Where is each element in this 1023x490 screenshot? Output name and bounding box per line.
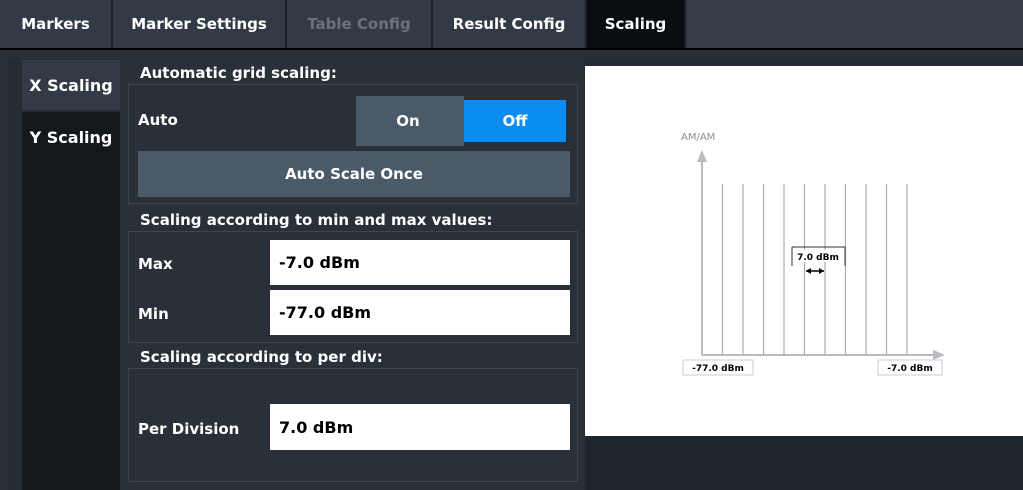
x-min-label: -77.0 dBm	[692, 364, 744, 374]
tab-bar-filler	[686, 0, 1023, 48]
auto-scale-once-button[interactable]: Auto Scale Once	[138, 151, 570, 197]
side-tab-y-scaling[interactable]: Y Scaling	[22, 112, 120, 162]
auto-label: Auto	[138, 111, 178, 129]
y-axis-arrow-icon	[697, 150, 707, 162]
perdiv-arrow-right-icon	[819, 268, 824, 274]
perdiv-label: 7.0 dBm	[797, 253, 839, 263]
auto-toggle[interactable]: On Off	[356, 96, 570, 146]
per-division-label: Per Division	[138, 420, 240, 438]
min-input[interactable]: -77.0 dBm	[270, 290, 570, 335]
x-max-label: -7.0 dBm	[887, 364, 933, 374]
min-label: Min	[138, 305, 169, 323]
scaling-diagram-svg: AM/AM 7.0 dBm -77.0 dBm -7.0 dBm	[681, 132, 945, 376]
tab-marker-settings[interactable]: Marker Settings	[113, 0, 287, 48]
diagram-gridlines	[721, 184, 908, 355]
diagram-y-axis-label: AM/AM	[681, 132, 715, 143]
max-input[interactable]: -7.0 dBm	[270, 240, 570, 285]
auto-on-option[interactable]: On	[356, 96, 460, 146]
side-tab-strip	[22, 162, 120, 490]
max-label: Max	[138, 255, 173, 273]
auto-group-title: Automatic grid scaling:	[140, 64, 337, 82]
tab-table-config: Table Config	[287, 0, 433, 48]
scaling-diagram: AM/AM 7.0 dBm -77.0 dBm -7.0 dBm	[585, 66, 1023, 436]
minmax-group-title: Scaling according to min and max values:	[140, 211, 493, 229]
per-division-input[interactable]: 7.0 dBm	[270, 404, 570, 450]
auto-off-option[interactable]: Off	[464, 100, 566, 142]
side-tab-x-scaling[interactable]: X Scaling	[22, 60, 120, 110]
tab-result-config[interactable]: Result Config	[433, 0, 587, 48]
tab-markers[interactable]: Markers	[0, 0, 113, 48]
perdiv-arrow-left-icon	[806, 268, 811, 274]
diagram-footer	[585, 436, 1023, 490]
perdiv-group-title: Scaling according to per div:	[140, 348, 383, 366]
tab-scaling[interactable]: Scaling	[587, 0, 686, 48]
